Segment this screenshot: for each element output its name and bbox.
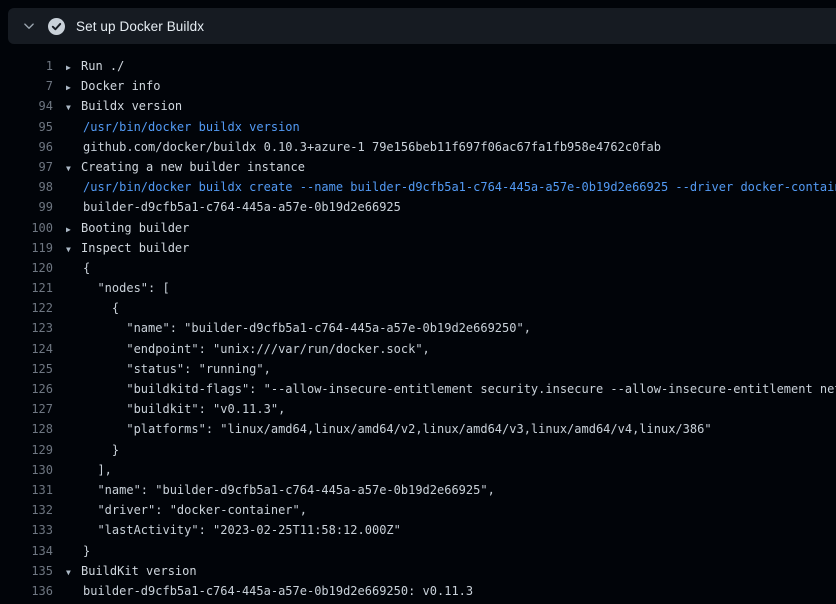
line-number[interactable]: 132 [0,500,53,520]
check-circle-icon [48,18,65,35]
log-group-row[interactable]: 119 ▼Inspect builder [0,238,836,258]
output-text: github.com/docker/buildx 0.10.3+azure-1 … [53,137,661,157]
log-line: 99builder-d9cfb5a1-c764-445a-a57e-0b19d2… [0,197,836,217]
log-line: 124 "endpoint": "unix:///var/run/docker.… [0,339,836,359]
command-text: /usr/bin/docker buildx create --name bui… [53,177,836,197]
output-text: ], [53,460,112,480]
log-line: 134} [0,541,836,561]
output-text: builder-d9cfb5a1-c764-445a-a57e-0b19d2e6… [53,581,473,601]
line-number[interactable]: 7 [0,76,53,96]
line-number[interactable]: 123 [0,318,53,338]
log-line: 96github.com/docker/buildx 0.10.3+azure-… [0,137,836,157]
output-text: { [53,298,119,318]
log-line: 120{ [0,258,836,278]
line-number[interactable]: 97 [0,157,53,177]
output-text: { [53,258,90,278]
log-line: 125 "status": "running", [0,359,836,379]
output-text: "status": "running", [53,359,271,379]
group-label[interactable]: Run ./ [81,56,124,76]
line-number[interactable]: 136 [0,581,53,601]
group-expanded-arrow-icon[interactable]: ▼ [66,98,81,118]
output-text: "name": "builder-d9cfb5a1-c764-445a-a57e… [53,480,495,500]
line-number[interactable]: 99 [0,197,53,217]
step-header[interactable]: Set up Docker Buildx [8,8,836,44]
line-number[interactable]: 121 [0,278,53,298]
line-number[interactable]: 124 [0,339,53,359]
log-line: 98/usr/bin/docker buildx create --name b… [0,177,836,197]
log-group-row[interactable]: 7 ▶Docker info [0,76,836,96]
output-text: "endpoint": "unix:///var/run/docker.sock… [53,339,430,359]
group-collapsed-arrow-icon[interactable]: ▶ [66,58,81,78]
log-group-row[interactable]: 97 ▼Creating a new builder instance [0,157,836,177]
group-label[interactable]: BuildKit version [81,561,197,581]
line-number[interactable]: 100 [0,218,53,238]
log-line: 128 "platforms": "linux/amd64,linux/amd6… [0,419,836,439]
line-number[interactable]: 131 [0,480,53,500]
line-number[interactable]: 95 [0,117,53,137]
output-text: } [53,440,119,460]
log-line: 131 "name": "builder-d9cfb5a1-c764-445a-… [0,480,836,500]
log-line: 129 } [0,440,836,460]
line-number[interactable]: 126 [0,379,53,399]
log-line: 122 { [0,298,836,318]
group-label[interactable]: Creating a new builder instance [81,157,305,177]
output-text: "driver": "docker-container", [53,500,307,520]
log-line: 130 ], [0,460,836,480]
log-group-row[interactable]: 1 ▶Run ./ [0,56,836,76]
log-group-row[interactable]: 100 ▶Booting builder [0,218,836,238]
output-text: "nodes": [ [53,278,170,298]
log-line: 121 "nodes": [ [0,278,836,298]
group-label[interactable]: Booting builder [81,218,189,238]
output-text: "lastActivity": "2023-02-25T11:58:12.000… [53,520,401,540]
log-line: 127 "buildkit": "v0.11.3", [0,399,836,419]
group-expanded-arrow-icon[interactable]: ▼ [66,240,81,260]
line-number[interactable]: 127 [0,399,53,419]
log-line: 126 "buildkitd-flags": "--allow-insecure… [0,379,836,399]
group-expanded-arrow-icon[interactable]: ▼ [66,563,81,583]
line-number[interactable]: 96 [0,137,53,157]
group-expanded-arrow-icon[interactable]: ▼ [66,159,81,179]
log-line: 132 "driver": "docker-container", [0,500,836,520]
output-text: "buildkit": "v0.11.3", [53,399,285,419]
log-group-row[interactable]: 94 ▼Buildx version [0,96,836,116]
line-number[interactable]: 1 [0,56,53,76]
group-label[interactable]: Buildx version [81,96,182,116]
log-output: 1▶Run ./7▶Docker info94▼Buildx version95… [0,56,836,604]
line-number[interactable]: 133 [0,520,53,540]
line-number[interactable]: 129 [0,440,53,460]
line-number[interactable]: 119 [0,238,53,258]
line-number[interactable]: 125 [0,359,53,379]
line-number[interactable]: 98 [0,177,53,197]
group-collapsed-arrow-icon[interactable]: ▶ [66,78,81,98]
group-label[interactable]: Docker info [81,76,160,96]
group-label[interactable]: Inspect builder [81,238,189,258]
log-line: 136builder-d9cfb5a1-c764-445a-a57e-0b19d… [0,581,836,601]
line-number[interactable]: 128 [0,419,53,439]
log-group-row[interactable]: 135 ▼BuildKit version [0,561,836,581]
line-number[interactable]: 135 [0,561,53,581]
line-number[interactable]: 94 [0,96,53,116]
line-number[interactable]: 122 [0,298,53,318]
log-line: 123 "name": "builder-d9cfb5a1-c764-445a-… [0,318,836,338]
output-text: "buildkitd-flags": "--allow-insecure-ent… [53,379,836,399]
step-title: Set up Docker Buildx [76,19,204,34]
output-text: "platforms": "linux/amd64,linux/amd64/v2… [53,419,712,439]
output-text: builder-d9cfb5a1-c764-445a-a57e-0b19d2e6… [53,197,401,217]
output-text: } [53,541,90,561]
log-line: 133 "lastActivity": "2023-02-25T11:58:12… [0,520,836,540]
line-number[interactable]: 120 [0,258,53,278]
group-collapsed-arrow-icon[interactable]: ▶ [66,220,81,240]
line-number[interactable]: 134 [0,541,53,561]
chevron-down-icon[interactable] [21,18,37,34]
output-text: "name": "builder-d9cfb5a1-c764-445a-a57e… [53,318,531,338]
line-number[interactable]: 130 [0,460,53,480]
log-line: 95/usr/bin/docker buildx version [0,117,836,137]
command-text: /usr/bin/docker buildx version [53,117,300,137]
